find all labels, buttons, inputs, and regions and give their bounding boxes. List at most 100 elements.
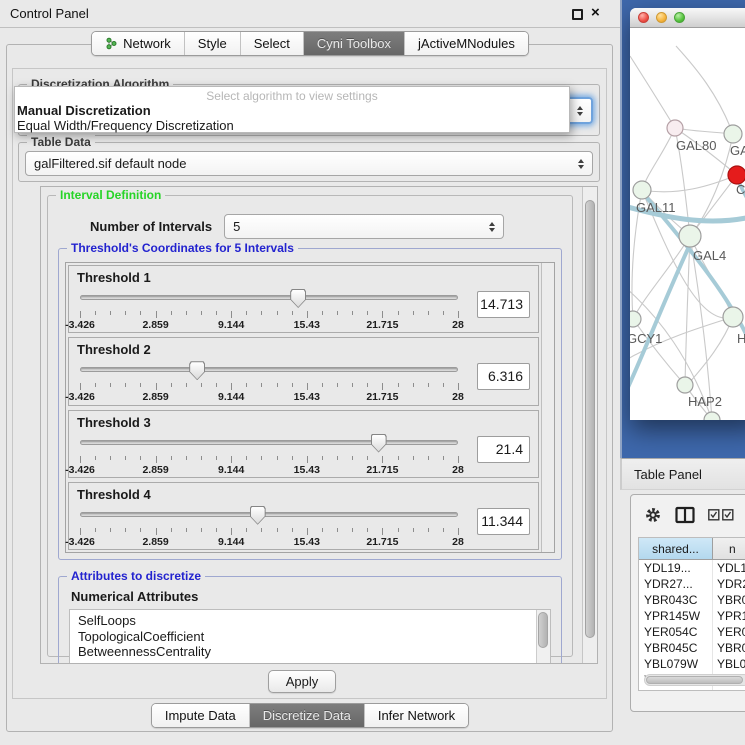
- table-data-group-title: Table Data: [27, 135, 95, 149]
- gear-icon[interactable]: [644, 506, 662, 524]
- settings-vertical-scrollbar[interactable]: [582, 187, 597, 663]
- close-window-icon[interactable]: [638, 12, 649, 23]
- minimize-window-icon[interactable]: [656, 12, 667, 23]
- slider-tick-labels: -3.4262.8599.14415.4321.71528: [80, 464, 458, 476]
- threshold-slider[interactable]: -3.4262.8599.14415.4321.71528: [77, 503, 467, 549]
- threshold-slider[interactable]: -3.4262.8599.14415.4321.71528: [77, 286, 467, 332]
- column-header-name[interactable]: n: [713, 538, 745, 559]
- table-row[interactable]: YDL19...YDL1: [639, 560, 745, 576]
- table-data-combo[interactable]: galFiltered.sif default node: [25, 151, 593, 176]
- attribute-item[interactable]: SelfLoops: [78, 613, 536, 629]
- top-tab-strip: NetworkStyle Select Cyni Toolbox jActiveMNo…: [0, 31, 620, 56]
- table-row[interactable]: YDR27...YDR2: [639, 576, 745, 592]
- slider-thumb[interactable]: [250, 506, 266, 525]
- network-node-ga[interactable]: [724, 125, 742, 143]
- table-row[interactable]: YPR145WYPR1: [639, 608, 745, 624]
- table-row[interactable]: YBL079WYBL0: [639, 656, 745, 672]
- cell-shared-name[interactable]: YER054C: [639, 624, 713, 640]
- network-window[interactable]: GAL80GACGAL11GAL4GCY1HHAP2: [630, 8, 745, 420]
- tab-cyni-toolbox[interactable]: Cyni Toolbox: [303, 32, 404, 55]
- network-node-hap2[interactable]: [677, 377, 693, 393]
- attributes-scrollbar[interactable]: [536, 610, 550, 664]
- scrollbar-thumb[interactable]: [585, 200, 595, 638]
- node-label: GCY1: [630, 331, 662, 346]
- threshold-value-field[interactable]: 6.316: [477, 363, 530, 390]
- cell-shared-name[interactable]: YBR043C: [639, 592, 713, 608]
- cell-shared-name[interactable]: YIL052C: [639, 688, 713, 691]
- tab-label: Select: [254, 36, 290, 51]
- threshold-value-field[interactable]: 11.344: [477, 508, 530, 535]
- tab-select[interactable]: Select: [240, 32, 303, 55]
- column-header-shared-name[interactable]: shared...: [639, 538, 713, 559]
- network-window-titlebar: [630, 8, 745, 28]
- scrollbar-thumb[interactable]: [538, 612, 548, 648]
- cell-name[interactable]: YER0: [713, 624, 745, 640]
- interval-definition-title: Interval Definition: [56, 188, 165, 202]
- threshold-value-field[interactable]: 21.4: [477, 436, 530, 463]
- cell-shared-name[interactable]: YDR27...: [639, 576, 713, 592]
- slider-track[interactable]: [80, 295, 458, 300]
- table-row[interactable]: YER054CYER0: [639, 624, 745, 640]
- network-canvas[interactable]: GAL80GACGAL11GAL4GCY1HHAP2: [630, 28, 745, 420]
- node-label: H: [737, 331, 745, 346]
- thresholds-scroll-area: Threshold 1-3.4262.8599.14415.4321.71528…: [65, 262, 555, 553]
- float-panel-icon[interactable]: [572, 9, 583, 20]
- slider-track[interactable]: [80, 512, 458, 517]
- slider-thumb[interactable]: [290, 289, 306, 308]
- tab-impute-data[interactable]: Impute Data: [152, 704, 249, 727]
- table-row[interactable]: YBR045CYBR0: [639, 640, 745, 656]
- combo-stepper-icon: [483, 222, 495, 232]
- network-node-gal80[interactable]: [667, 120, 683, 136]
- network-node-gcy1[interactable]: [630, 311, 641, 327]
- cell-name[interactable]: YBR0: [713, 640, 745, 656]
- cell-shared-name[interactable]: YPR145W: [639, 608, 713, 624]
- close-panel-icon[interactable]: ×: [591, 4, 600, 22]
- number-of-intervals-combo[interactable]: 5: [224, 214, 504, 239]
- tab-discretize-data[interactable]: Discretize Data: [249, 704, 364, 727]
- table-row[interactable]: YIL052CYIL0: [639, 688, 745, 691]
- attributes-group: Attributes to discretize Numerical Attri…: [58, 576, 562, 664]
- popup-item-equal-width-frequency[interactable]: Equal Width/Frequency Discretization: [15, 118, 569, 133]
- zoom-window-icon[interactable]: [674, 12, 685, 23]
- cell-name[interactable]: YDR2: [713, 576, 745, 592]
- cell-name[interactable]: YPR1: [713, 608, 745, 624]
- threshold-value-field[interactable]: 14.713: [477, 291, 530, 318]
- tab-style[interactable]: Style: [184, 32, 240, 55]
- slider-track[interactable]: [80, 440, 458, 445]
- cell-name[interactable]: YBR0: [713, 592, 745, 608]
- tab-jactivemnodules[interactable]: jActiveMNodules: [404, 32, 528, 55]
- scrollbar-thumb[interactable]: [646, 676, 743, 684]
- tab-label: Impute Data: [165, 708, 236, 723]
- attributes-group-title: Attributes to discretize: [67, 569, 205, 583]
- cell-shared-name[interactable]: YBR045C: [639, 640, 713, 656]
- algorithm-popup: Select algorithm to view settings Manual…: [14, 86, 570, 133]
- threshold-row: Threshold 1-3.4262.8599.14415.4321.71528…: [68, 265, 539, 333]
- tab-infer-network[interactable]: Infer Network: [364, 704, 468, 727]
- threshold-slider[interactable]: -3.4262.8599.14415.4321.71528: [77, 358, 467, 404]
- network-node-h[interactable]: [723, 307, 743, 327]
- popup-item-manual-discretization[interactable]: Manual Discretization: [15, 103, 569, 118]
- table-row[interactable]: YBR043CYBR0: [639, 592, 745, 608]
- cell-name[interactable]: YBL0: [713, 656, 745, 672]
- slider-ticks: [80, 528, 458, 536]
- select-columns-checkboxes-icon[interactable]: [708, 509, 734, 521]
- slider-track[interactable]: [80, 367, 458, 372]
- tab-label: jActiveMNodules: [418, 36, 515, 51]
- network-node-gal4[interactable]: [679, 225, 701, 247]
- attribute-item[interactable]: TopologicalCoefficient: [78, 629, 536, 645]
- slider-thumb[interactable]: [371, 434, 387, 453]
- cell-shared-name[interactable]: YBL079W: [639, 656, 713, 672]
- split-columns-icon[interactable]: [675, 506, 695, 524]
- apply-button[interactable]: Apply: [268, 670, 336, 693]
- tab-network[interactable]: Network: [92, 32, 184, 55]
- cell-name[interactable]: YIL0: [713, 688, 745, 691]
- network-node-gal11[interactable]: [633, 181, 651, 199]
- thresholds-scrollbar-track[interactable]: [541, 263, 554, 552]
- threshold-slider[interactable]: -3.4262.8599.14415.4321.71528: [77, 431, 467, 477]
- attribute-item[interactable]: BetweennessCentrality: [78, 644, 536, 660]
- bottom-tab-strip: Impute Data Discretize DataInfer Network: [0, 703, 620, 728]
- table-horizontal-scrollbar[interactable]: [644, 674, 745, 686]
- slider-thumb[interactable]: [189, 361, 205, 380]
- cell-shared-name[interactable]: YDL19...: [639, 560, 713, 576]
- cell-name[interactable]: YDL1: [713, 560, 745, 576]
